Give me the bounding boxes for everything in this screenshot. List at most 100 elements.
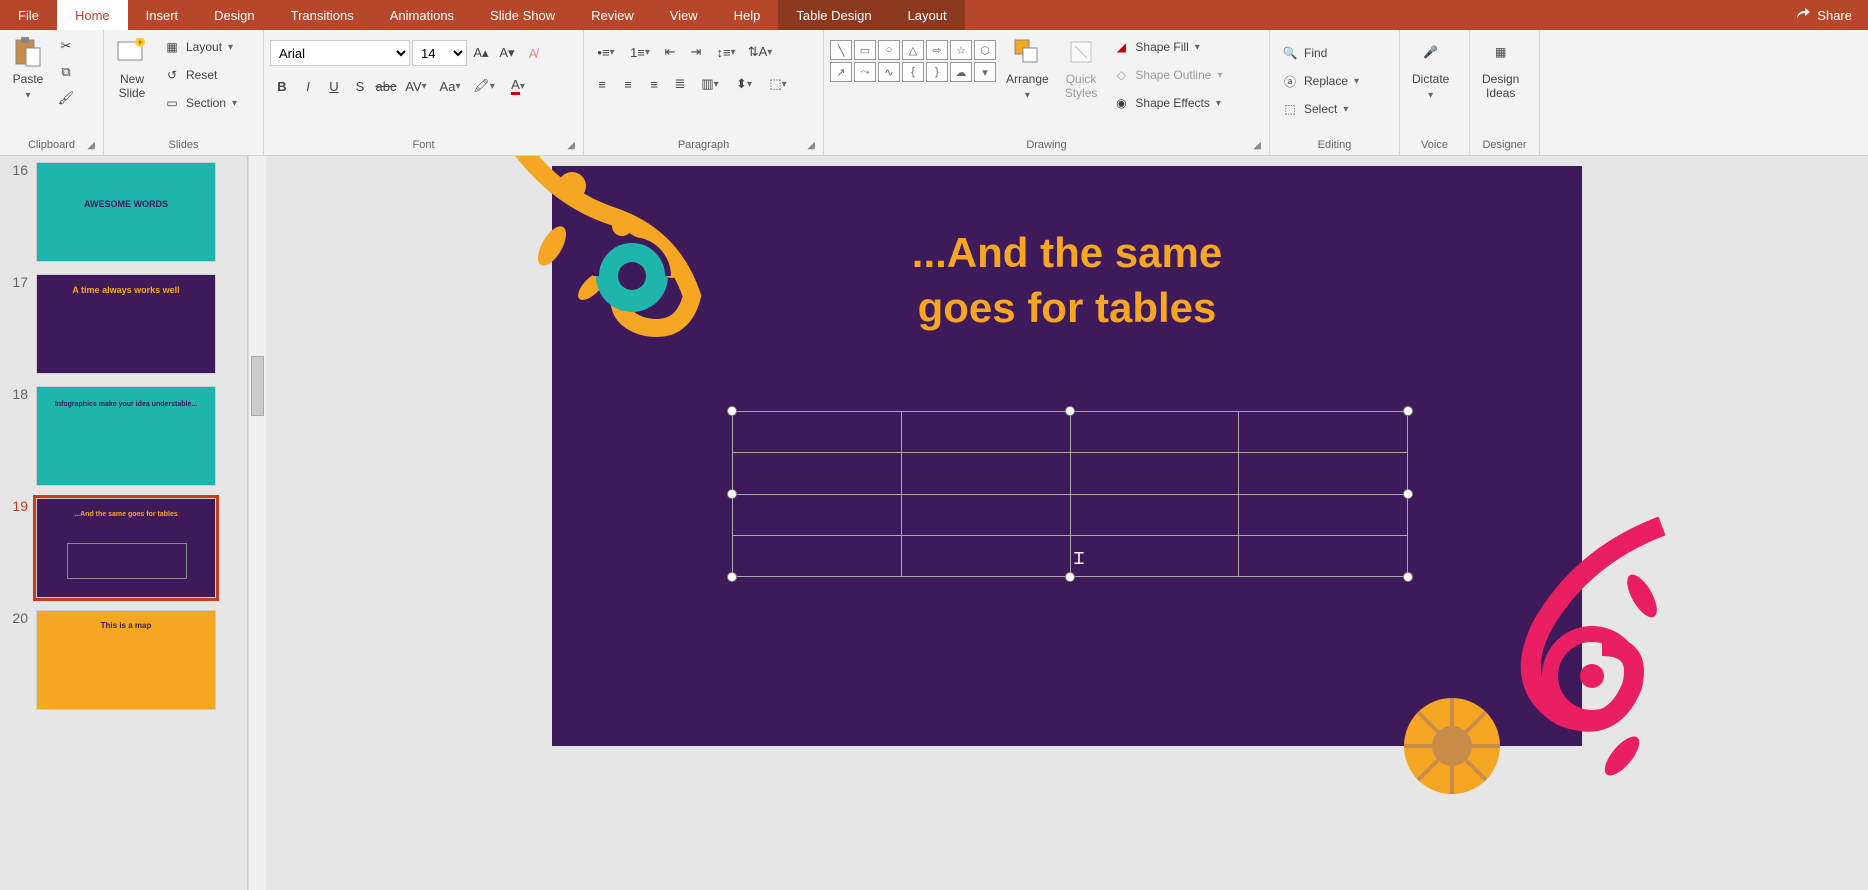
table-cell[interactable] xyxy=(1070,494,1239,535)
justify-button[interactable]: ≣ xyxy=(668,72,692,96)
shrink-font-button[interactable]: A▾ xyxy=(495,41,519,65)
replace-button[interactable]: ⓐReplace▾ xyxy=(1276,68,1365,94)
slide-thumb-17[interactable]: 17 A time always works well xyxy=(0,268,247,380)
table-cell-active[interactable] xyxy=(1070,535,1239,576)
slide-thumb-19[interactable]: 19 ...And the same goes for tables xyxy=(0,492,247,604)
clipboard-launcher[interactable]: ◢ xyxy=(87,140,95,151)
tab-animations[interactable]: Animations xyxy=(372,0,472,30)
table-cell[interactable] xyxy=(901,494,1070,535)
line-spacing-button[interactable]: ↕≡▾ xyxy=(710,40,742,64)
selection-handle[interactable] xyxy=(727,572,737,582)
selection-handle[interactable] xyxy=(1065,406,1075,416)
dictate-button[interactable]: 🎤 Dictate ▾ xyxy=(1406,34,1455,103)
thumbnail[interactable]: AWESOME WORDS xyxy=(36,162,216,262)
select-button[interactable]: ⬚Select▾ xyxy=(1276,96,1365,122)
cut-button[interactable]: ✂ xyxy=(54,34,78,58)
arrange-button[interactable]: Arrange ▾ xyxy=(1000,34,1055,103)
tab-design[interactable]: Design xyxy=(196,0,272,30)
clear-format-button[interactable]: A̸ xyxy=(521,41,545,65)
table-cell[interactable] xyxy=(901,412,1070,453)
tab-view[interactable]: View xyxy=(652,0,716,30)
shape-arrow[interactable]: ↗ xyxy=(830,62,852,82)
paragraph-launcher[interactable]: ◢ xyxy=(807,140,815,151)
highlight-button[interactable]: 🖍▾ xyxy=(468,74,500,98)
shadow-button[interactable]: S xyxy=(348,74,372,98)
table-row[interactable] xyxy=(733,453,1408,494)
find-button[interactable]: 🔍Find xyxy=(1276,40,1365,66)
table-cell[interactable] xyxy=(733,412,902,453)
shape-star[interactable]: ☆ xyxy=(950,40,972,60)
slide-panel-scrollbar[interactable] xyxy=(248,156,266,890)
format-painter-button[interactable]: 🖌 xyxy=(54,86,78,110)
table-cell[interactable] xyxy=(1239,412,1408,453)
section-button[interactable]: ▭Section▾ xyxy=(158,90,243,116)
table-cell[interactable] xyxy=(1070,453,1239,494)
selection-handle[interactable] xyxy=(1065,572,1075,582)
bullets-button[interactable]: •≡▾ xyxy=(590,40,622,64)
decrease-indent-button[interactable]: ⇤ xyxy=(658,40,682,64)
slide-thumbnail-panel[interactable]: 16 AWESOME WORDS 17 A time always works … xyxy=(0,156,248,890)
table-cell[interactable] xyxy=(733,535,902,576)
columns-button[interactable]: ▥▾ xyxy=(694,72,726,96)
slide-thumb-18[interactable]: 18 Infographics make your idea understab… xyxy=(0,380,247,492)
grow-font-button[interactable]: A▴ xyxy=(469,41,493,65)
tab-help[interactable]: Help xyxy=(716,0,779,30)
shape-callout[interactable]: ☁ xyxy=(950,62,972,82)
drawing-launcher[interactable]: ◢ xyxy=(1253,140,1261,151)
table-cell[interactable] xyxy=(1070,412,1239,453)
tab-table-design[interactable]: Table Design xyxy=(778,0,889,30)
shape-rect[interactable]: ▭ xyxy=(854,40,876,60)
table-cell[interactable] xyxy=(733,494,902,535)
tab-review[interactable]: Review xyxy=(573,0,652,30)
tab-transitions[interactable]: Transitions xyxy=(273,0,372,30)
shape-connector[interactable]: ⤳ xyxy=(854,62,876,82)
scrollbar-thumb[interactable] xyxy=(251,356,264,416)
table-cell[interactable] xyxy=(901,535,1070,576)
underline-button[interactable]: U xyxy=(322,74,346,98)
increase-indent-button[interactable]: ⇥ xyxy=(684,40,708,64)
italic-button[interactable]: I xyxy=(296,74,320,98)
numbering-button[interactable]: 1≡▾ xyxy=(624,40,656,64)
shape-effects-button[interactable]: ◉Shape Effects▾ xyxy=(1107,90,1228,116)
table-grid[interactable] xyxy=(732,411,1408,577)
font-launcher[interactable]: ◢ xyxy=(567,140,575,151)
change-case-button[interactable]: Aa▾ xyxy=(434,74,466,98)
bold-button[interactable]: B xyxy=(270,74,294,98)
thumbnail-selected[interactable]: ...And the same goes for tables xyxy=(36,498,216,598)
shape-arrow-right[interactable]: ⇨ xyxy=(926,40,948,60)
slide-table[interactable]: Ꮖ xyxy=(732,411,1408,577)
copy-button[interactable]: ⧉ xyxy=(54,60,78,84)
shape-triangle[interactable]: △ xyxy=(902,40,924,60)
char-spacing-button[interactable]: AV▾ xyxy=(400,74,432,98)
text-direction-button[interactable]: ⇅A▾ xyxy=(744,40,776,64)
shape-oval[interactable]: ○ xyxy=(878,40,900,60)
slide-thumb-20[interactable]: 20 This is a map xyxy=(0,604,247,716)
align-right-button[interactable]: ≡ xyxy=(642,72,666,96)
font-size-combo[interactable]: 14 xyxy=(412,40,467,66)
share-button[interactable]: Share xyxy=(1779,6,1868,25)
shape-brace-l[interactable]: { xyxy=(902,62,924,82)
slide-canvas-area[interactable]: ...And the same goes for tables Ꮖ xyxy=(266,156,1868,890)
thumbnail[interactable]: A time always works well xyxy=(36,274,216,374)
tab-file[interactable]: File xyxy=(0,0,57,30)
font-name-combo[interactable]: Arial xyxy=(270,40,410,66)
table-cell[interactable] xyxy=(901,453,1070,494)
slide-title[interactable]: ...And the same goes for tables xyxy=(552,226,1582,335)
table-row[interactable] xyxy=(733,412,1408,453)
new-slide-button[interactable]: ✦ New Slide xyxy=(110,34,154,102)
thumbnail[interactable]: Infographics make your idea understable.… xyxy=(36,386,216,486)
tab-layout[interactable]: Layout xyxy=(890,0,965,30)
current-slide[interactable]: ...And the same goes for tables Ꮖ xyxy=(552,166,1582,746)
tab-slideshow[interactable]: Slide Show xyxy=(472,0,573,30)
layout-button[interactable]: ▦Layout▾ xyxy=(158,34,243,60)
slide-thumb-16[interactable]: 16 AWESOME WORDS xyxy=(0,156,247,268)
shapes-gallery[interactable]: ╲ ▭ ○ △ ⇨ ☆ ⬡ ↗ ⤳ ∿ { } ☁ ▾ xyxy=(830,40,996,82)
font-color-button[interactable]: A▾ xyxy=(502,74,534,98)
strike-button[interactable]: abc xyxy=(374,74,398,98)
table-cell[interactable] xyxy=(733,453,902,494)
shape-fill-button[interactable]: ◢Shape Fill▾ xyxy=(1107,34,1228,60)
paste-button[interactable]: Paste ▾ xyxy=(6,34,50,103)
tab-home[interactable]: Home xyxy=(57,0,128,30)
shape-line[interactable]: ╲ xyxy=(830,40,852,60)
align-text-button[interactable]: ⬍▾ xyxy=(728,72,760,96)
